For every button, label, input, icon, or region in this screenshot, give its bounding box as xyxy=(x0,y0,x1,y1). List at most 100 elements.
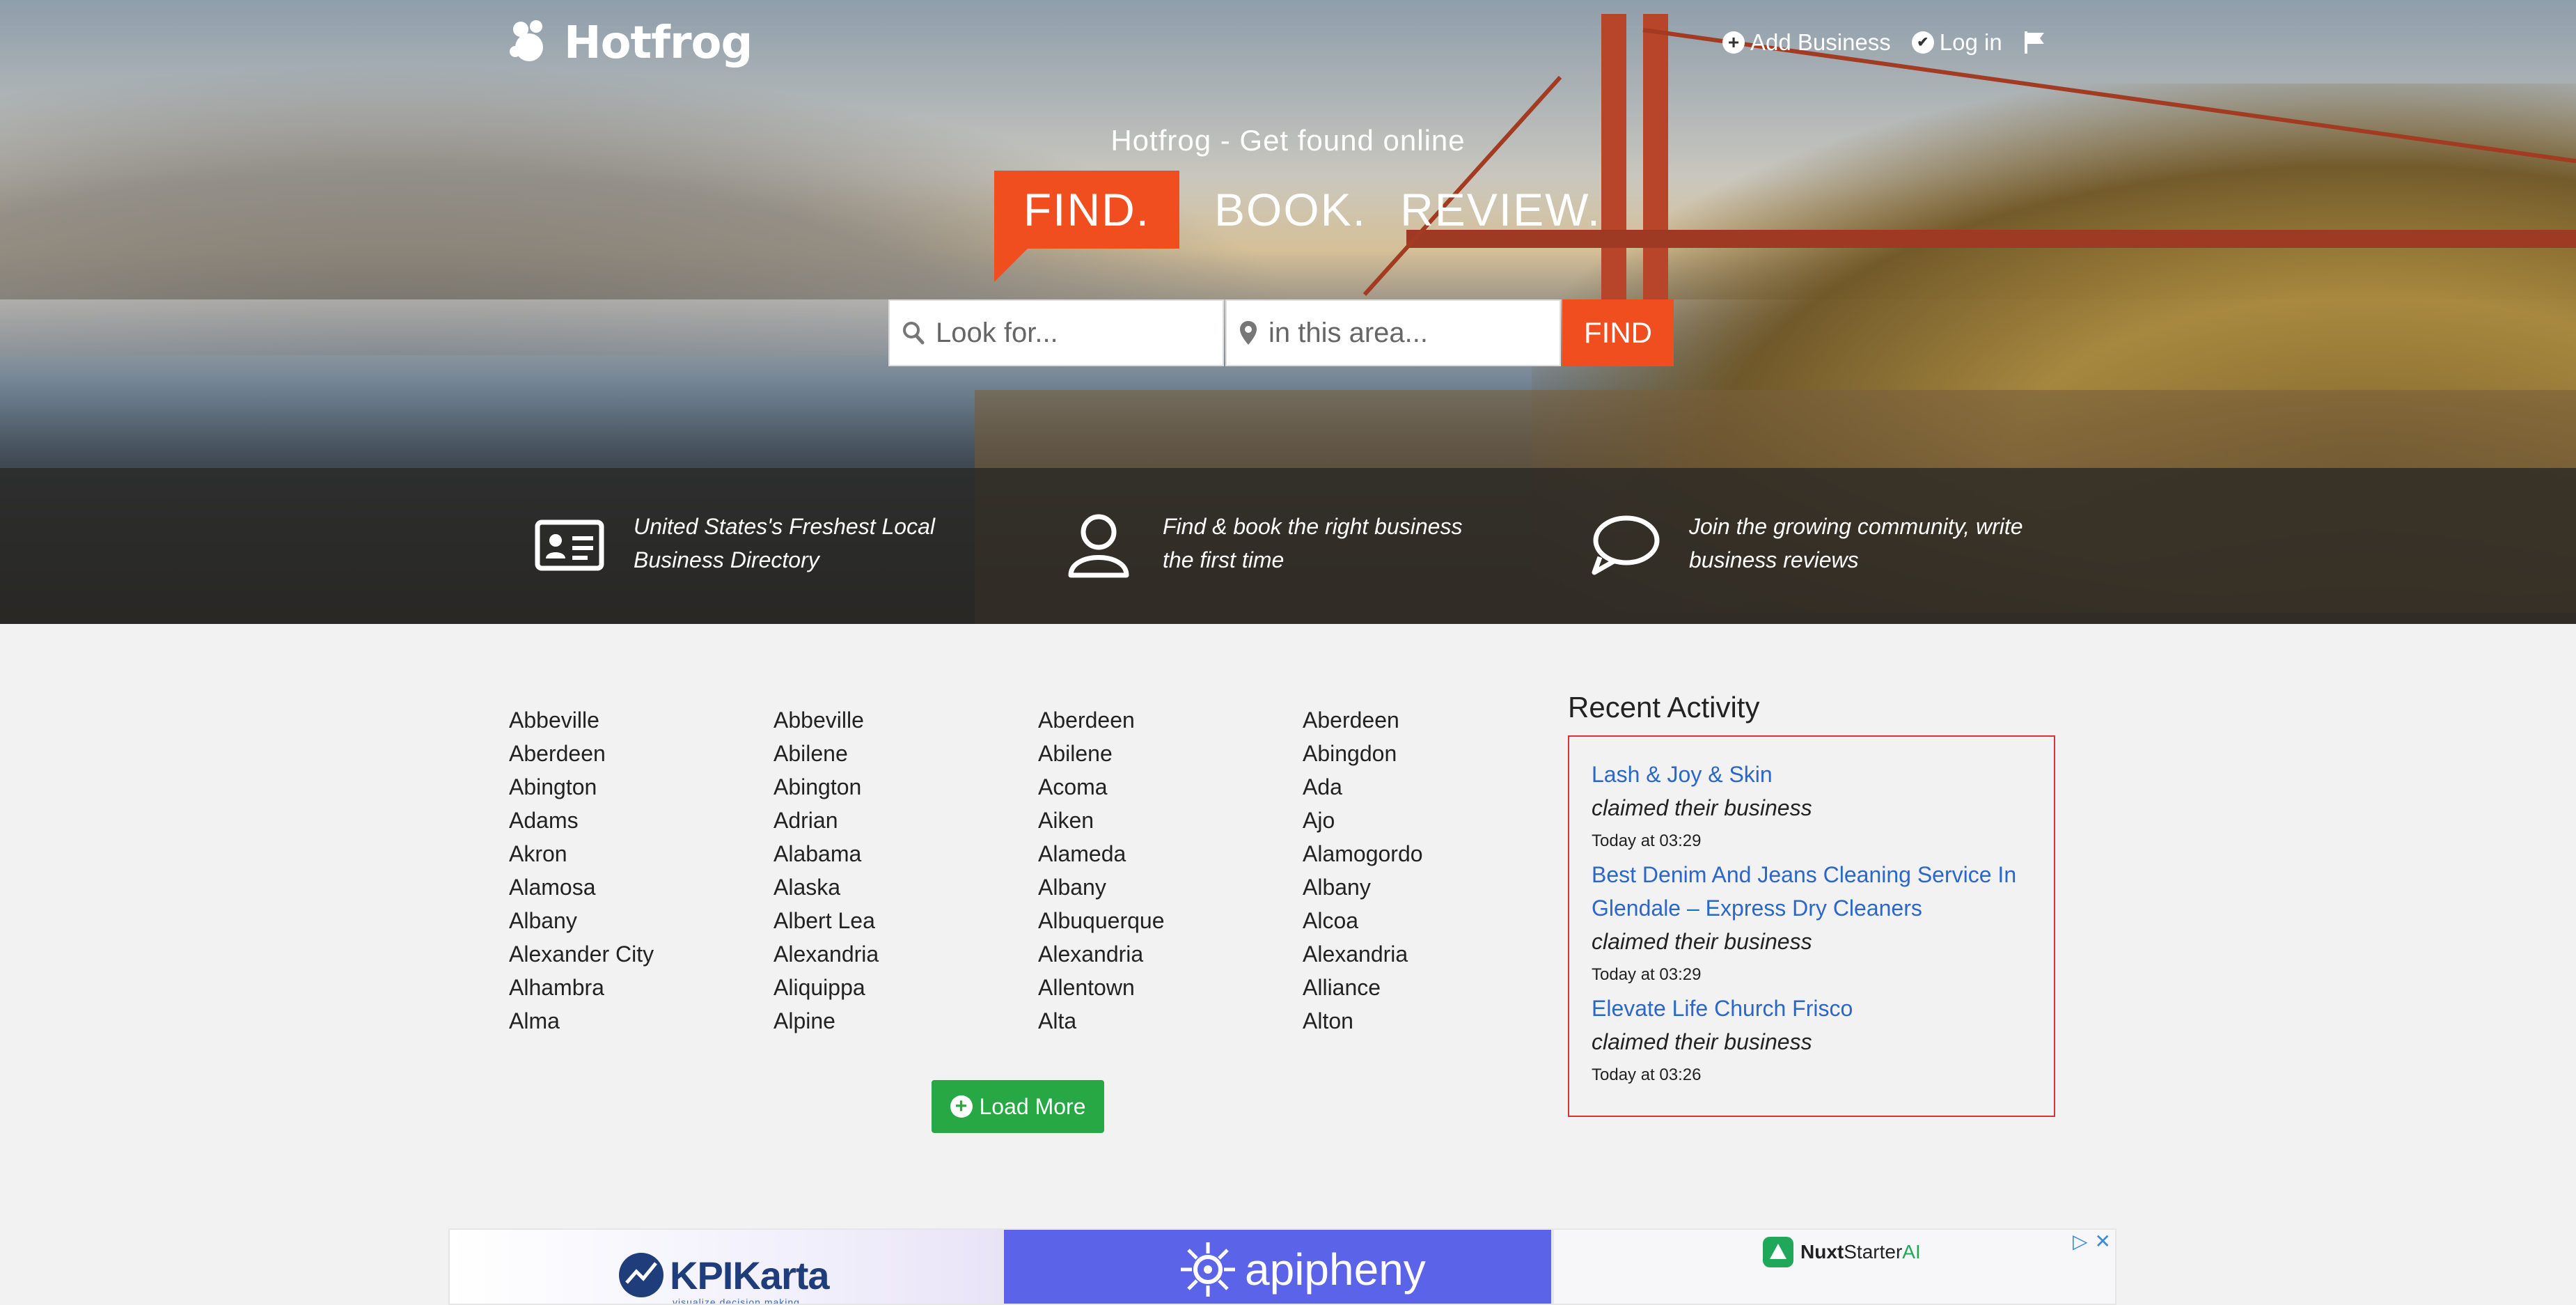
city-link[interactable]: Aberdeen xyxy=(1038,703,1303,737)
id-card-icon xyxy=(535,519,604,571)
search-icon xyxy=(903,322,925,345)
feature-directory-text: United States's Freshest Local Business … xyxy=(634,514,935,572)
city-link[interactable]: Abilene xyxy=(773,737,1038,770)
city-link[interactable]: Abbeville xyxy=(509,703,773,737)
city-link[interactable]: Alexandria xyxy=(1038,937,1303,971)
bridge-tower xyxy=(1643,14,1668,334)
activity-action: claimed their business xyxy=(1592,1029,1812,1054)
close-ad-icon[interactable]: ✕ xyxy=(2095,1230,2111,1253)
city-link[interactable]: Abingdon xyxy=(1303,737,1567,770)
search-form: FIND xyxy=(888,299,1674,366)
city-link[interactable]: Alcoa xyxy=(1303,904,1567,937)
city-link[interactable]: Alhambra xyxy=(509,971,773,1004)
feature-community-text: Join the growing community, write busine… xyxy=(1689,514,2023,572)
nuxt-logo-icon xyxy=(1763,1237,1793,1267)
city-link[interactable]: Aiken xyxy=(1038,804,1303,837)
city-link[interactable]: Akron xyxy=(509,837,773,870)
city-link[interactable]: Alaska xyxy=(773,870,1038,904)
where-field xyxy=(1225,299,1561,366)
activity-business-link[interactable]: Elevate Life Church Frisco xyxy=(1592,992,2032,1025)
city-link[interactable]: Alta xyxy=(1038,1004,1303,1038)
nuxt-name-bold: Nuxt xyxy=(1800,1241,1844,1263)
city-link[interactable]: Albany xyxy=(1303,870,1567,904)
login-label: Log in xyxy=(1939,29,2002,55)
adchoices-icon[interactable]: ▷ xyxy=(2073,1230,2088,1253)
activity-business-link[interactable]: Lash & Joy & Skin xyxy=(1592,758,2032,791)
city-link[interactable]: Alamogordo xyxy=(1303,837,1567,870)
city-link[interactable]: Alton xyxy=(1303,1004,1567,1038)
ad-nuxtstarter[interactable]: NuxtStarterAI ▷ ✕ xyxy=(1553,1228,2116,1305)
city-link[interactable]: Alabama xyxy=(773,837,1038,870)
slogan-book: BOOK. xyxy=(1214,184,1367,235)
what-input[interactable] xyxy=(936,317,1200,349)
hero-tagline: Hotfrog - Get found online xyxy=(1110,124,1466,157)
city-link[interactable]: Adams xyxy=(509,804,773,837)
plus-circle-icon: + xyxy=(950,1095,973,1118)
city-link[interactable]: Albert Lea xyxy=(773,904,1038,937)
features-band: United States's Freshest Local Business … xyxy=(0,468,2576,624)
login-link[interactable]: ✔ Log in xyxy=(1911,29,2002,56)
bridge-tower xyxy=(1601,14,1626,334)
city-link[interactable]: Albuquerque xyxy=(1038,904,1303,937)
where-input[interactable] xyxy=(1269,317,1533,349)
kpikarta-tagline: visualize decision making xyxy=(673,1297,800,1305)
nuxtstarter-logo: NuxtStarterAI xyxy=(1763,1237,1921,1267)
city-link[interactable]: Alexandria xyxy=(1303,937,1567,971)
nuxt-name-rest: Starter xyxy=(1844,1241,1903,1263)
city-link[interactable]: Albany xyxy=(509,904,773,937)
kpikarta-logo: KPIKarta visualize decision making xyxy=(617,1251,830,1304)
city-link[interactable]: Abington xyxy=(509,770,773,804)
city-link[interactable]: Alexandria xyxy=(773,937,1038,971)
recent-activity-panel: Lash & Joy & Skin claimed their business… xyxy=(1568,735,2055,1117)
city-link[interactable]: Aberdeen xyxy=(509,737,773,770)
activity-time: Today at 03:29 xyxy=(1592,831,1702,850)
city-link[interactable]: Abilene xyxy=(1038,737,1303,770)
city-link[interactable]: Ada xyxy=(1303,770,1567,804)
plus-circle-icon: + xyxy=(1722,31,1745,54)
city-link[interactable]: Allentown xyxy=(1038,971,1303,1004)
ad-apipheny[interactable]: apipheny xyxy=(1003,1228,1553,1305)
activity-item: Elevate Life Church Frisco claimed their… xyxy=(1592,992,2032,1092)
ad-strip: KPIKarta visualize decision making apiph… xyxy=(448,1228,2116,1305)
speech-bubble-icon xyxy=(1592,515,1660,575)
feature-find-book: Find & book the right business the first… xyxy=(1064,510,1497,579)
city-column-3: Aberdeen Abilene Acoma Aiken Alameda Alb… xyxy=(1038,703,1303,1038)
city-link[interactable]: Albany xyxy=(1038,870,1303,904)
feature-community: Join the growing community, write busine… xyxy=(1590,510,2023,579)
city-link[interactable]: Alameda xyxy=(1038,837,1303,870)
city-link[interactable]: Ajo xyxy=(1303,804,1567,837)
city-link[interactable]: Abbeville xyxy=(773,703,1038,737)
slogan-review: REVIEW. xyxy=(1400,184,1602,235)
city-link[interactable]: Alma xyxy=(509,1004,773,1038)
city-link[interactable]: Alpine xyxy=(773,1004,1038,1038)
ad-choices: ▷ ✕ xyxy=(2073,1230,2111,1253)
city-link[interactable]: Aberdeen xyxy=(1303,703,1567,737)
chevron-down-circle-icon: ✔ xyxy=(1911,31,1934,54)
find-button[interactable]: FIND xyxy=(1562,299,1674,366)
city-link[interactable]: Aliquippa xyxy=(773,971,1038,1004)
slogan-find: FIND. xyxy=(994,171,1179,282)
load-more-button[interactable]: + Load More xyxy=(932,1080,1104,1133)
add-business-link[interactable]: + Add Business xyxy=(1722,29,1891,56)
activity-time: Today at 03:29 xyxy=(1592,965,1702,984)
top-nav: + Add Business ✔ Log in xyxy=(1722,25,2047,60)
city-link[interactable]: Abington xyxy=(773,770,1038,804)
what-field xyxy=(888,299,1224,366)
user-icon xyxy=(1068,514,1129,578)
activity-action: claimed their business xyxy=(1592,929,1812,954)
city-link[interactable]: Acoma xyxy=(1038,770,1303,804)
city-link[interactable]: Adrian xyxy=(773,804,1038,837)
city-link[interactable]: Alamosa xyxy=(509,870,773,904)
ad-kpikarta[interactable]: KPIKarta visualize decision making xyxy=(448,1228,1003,1305)
flag-icon[interactable] xyxy=(2023,30,2047,55)
map-pin-icon xyxy=(1240,321,1257,345)
city-link[interactable]: Alexander City xyxy=(509,937,773,971)
feature-directory: United States's Freshest Local Business … xyxy=(535,510,968,579)
brand-name: Hotfrog xyxy=(564,17,753,69)
hero-banner: Hotfrog + Add Business ✔ Log in Hotfrog … xyxy=(0,0,2576,624)
activity-business-link[interactable]: Best Denim And Jeans Cleaning Service In… xyxy=(1592,858,2032,925)
city-link[interactable]: Alliance xyxy=(1303,971,1567,1004)
hotfrog-logo[interactable]: Hotfrog xyxy=(508,15,753,71)
apipheny-logo: apipheny xyxy=(1178,1240,1426,1299)
city-list: Abbeville Aberdeen Abington Adams Akron … xyxy=(509,703,1567,1038)
